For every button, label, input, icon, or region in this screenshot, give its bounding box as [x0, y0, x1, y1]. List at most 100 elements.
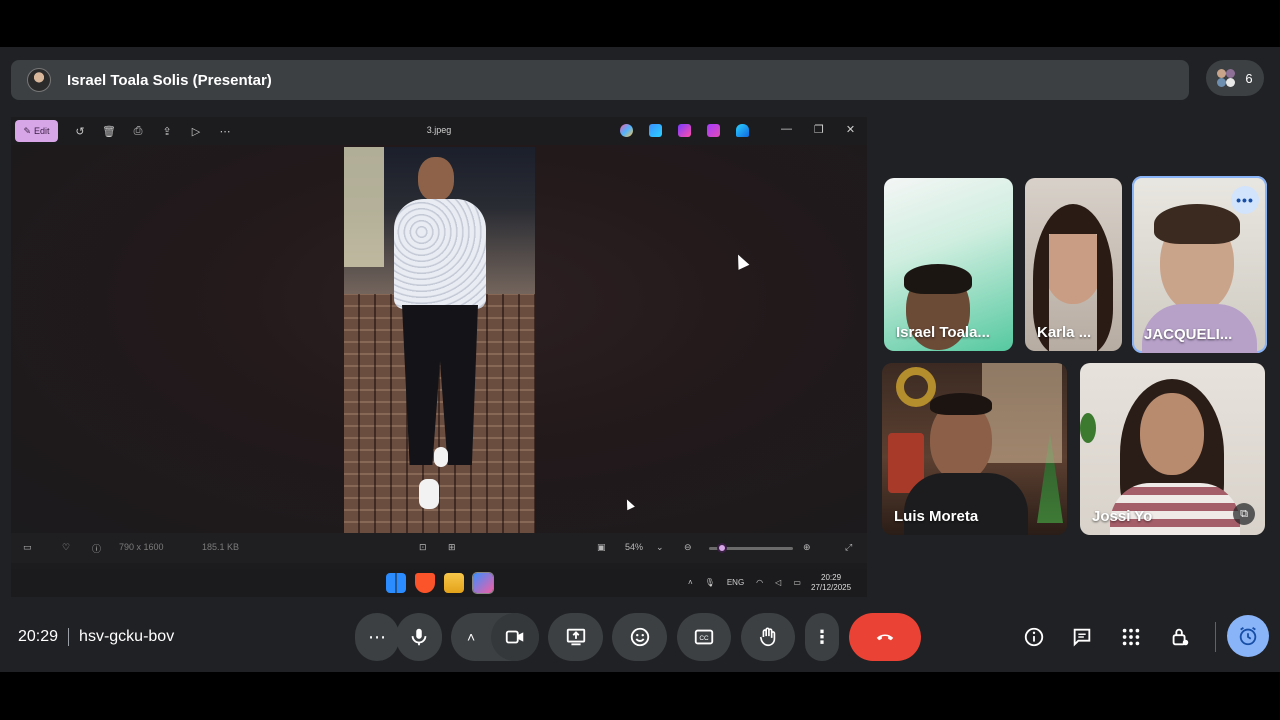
more-vert-icon: ⋮: [813, 626, 831, 647]
language-indicator[interactable]: ENG: [727, 578, 744, 587]
displayed-photo: [344, 147, 535, 533]
clipchamp-icon[interactable]: [678, 124, 691, 137]
share-icon[interactable]: ⇪: [160, 124, 174, 138]
emoji-button[interactable]: [612, 613, 667, 661]
file-size: 185.1 KB: [202, 542, 240, 552]
more-options-button[interactable]: ⋯: [355, 613, 399, 661]
edit-button[interactable]: ✎ Edit: [15, 120, 58, 142]
picture-in-picture-icon[interactable]: ⧉: [1233, 503, 1255, 525]
more-options-icon: ⋯: [368, 626, 386, 647]
shared-screen: ✎ Edit ↺ 🗑 ⎙ ⇪ ▷ ⋯ 3.jpeg — ❐ ✕ ▭ ♡ ⓘ 79…: [11, 117, 867, 597]
more-actions-button[interactable]: ⋮: [805, 613, 839, 661]
chat-button[interactable]: [1070, 625, 1094, 649]
info-icon: [1024, 627, 1044, 647]
restore-icon[interactable]: ❐: [814, 123, 824, 136]
windows-taskbar: ˄ 🎙 ENG ◠ ◁ ▭ 20:29 27/12/2025: [11, 569, 867, 597]
tile-more-options-icon[interactable]: •••: [1231, 186, 1259, 214]
rotate-icon[interactable]: ↺: [73, 124, 87, 138]
zoom-in-icon[interactable]: ⊕: [803, 542, 811, 553]
meet-stage: Israel Toala Solis (Presentar) 6 ✎ Edit …: [0, 47, 1280, 672]
presenter-title: Israel Toala Solis (Presentar): [67, 71, 272, 89]
activities-icon: [1122, 628, 1140, 646]
participant-tile-active[interactable]: ••• JACQUELI...: [1132, 176, 1267, 353]
raise-hand-button[interactable]: [741, 613, 795, 661]
minimize-icon[interactable]: —: [781, 123, 792, 136]
zoom-out-icon[interactable]: ⊖: [684, 542, 692, 553]
participant-tile[interactable]: Israel Toala...: [884, 178, 1013, 351]
close-icon[interactable]: ✕: [846, 123, 855, 136]
right-controls-divider: [1215, 622, 1216, 652]
meeting-time: 20:29: [18, 628, 59, 645]
participants-icon: [1217, 69, 1236, 87]
participant-name: Jossi Yo: [1092, 508, 1153, 525]
participants-button[interactable]: 6: [1206, 60, 1264, 96]
meeting-info-divider: [68, 628, 70, 646]
tray-chevron-icon[interactable]: ˄: [688, 578, 693, 587]
participants-count: 6: [1245, 70, 1253, 86]
timer-icon: [1239, 626, 1257, 646]
favorite-icon[interactable]: ♡: [62, 542, 70, 553]
participant-name: JACQUELI...: [1144, 326, 1233, 343]
camera-button-group[interactable]: ˄: [451, 613, 539, 661]
taskbar-time: 20:29: [821, 573, 842, 582]
participant-tile[interactable]: ⧉ Jossi Yo: [1080, 363, 1265, 535]
participant-tile[interactable]: Karla ...: [1025, 178, 1122, 351]
actual-size-icon[interactable]: ⊡: [419, 542, 427, 553]
host-controls-button[interactable]: [1168, 625, 1192, 649]
taskbar-clock[interactable]: 20:29 27/12/2025: [811, 573, 851, 593]
zoom-dropdown-icon[interactable]: ⌄: [656, 542, 664, 553]
windows-start-icon[interactable]: [386, 573, 406, 593]
slideshow-icon[interactable]: ▷: [189, 124, 203, 138]
info-icon-photos[interactable]: ⓘ: [92, 542, 101, 555]
microphone-button[interactable]: [396, 613, 442, 661]
photos-status-bar: ▭ ♡ ⓘ 790 x 1600 185.1 KB ⊡ ⊞ ▣ 54% ⌄ ⊖ …: [11, 533, 867, 563]
meeting-code: hsv-gcku-bov: [79, 628, 175, 645]
participant-name: Luis Moreta: [894, 508, 979, 525]
svg-text:CC: CC: [699, 635, 709, 642]
window-controls: — ❐ ✕: [781, 123, 855, 136]
battery-icon[interactable]: ▭: [793, 578, 801, 587]
meeting-details-button[interactable]: [1022, 625, 1046, 649]
image-canvas: [11, 145, 867, 533]
presenter-avatar: [27, 68, 51, 92]
stream-icon[interactable]: [707, 124, 720, 137]
system-tray: ˄ 🎙 ENG ◠ ◁ ▭: [688, 578, 801, 587]
fit-icon[interactable]: ⊞: [448, 542, 456, 553]
delete-icon[interactable]: 🗑: [102, 124, 116, 138]
photos-taskbar-icon[interactable]: [472, 572, 494, 594]
filmstrip-icon[interactable]: ▭: [23, 542, 32, 553]
print-icon[interactable]: ⎙: [131, 124, 145, 138]
hang-up-icon: [876, 634, 894, 641]
wifi-icon[interactable]: ◠: [756, 578, 763, 587]
designer-icon[interactable]: [649, 124, 662, 137]
timer-button[interactable]: [1227, 615, 1269, 657]
zoom-value[interactable]: 54%: [625, 542, 643, 552]
brave-icon[interactable]: [415, 573, 435, 593]
mic-icon: [411, 628, 427, 646]
more-icon[interactable]: ⋯: [218, 124, 232, 138]
dimensions: 790 x 1600: [119, 542, 164, 552]
file-explorer-icon[interactable]: [444, 573, 464, 593]
tray-mic-icon[interactable]: 🎙: [705, 578, 715, 587]
zoom-slider-knob[interactable]: [717, 543, 728, 553]
zoom-slider[interactable]: [709, 543, 793, 553]
chevron-up-icon[interactable]: ˄: [467, 629, 475, 645]
copilot-icon[interactable]: [620, 124, 633, 137]
activities-button[interactable]: [1119, 625, 1143, 649]
fit-window-icon[interactable]: ▣: [597, 542, 606, 553]
camera-button[interactable]: [491, 613, 539, 661]
participant-name: Israel Toala...: [896, 324, 990, 341]
leave-call-button[interactable]: [849, 613, 921, 661]
onedrive-icon[interactable]: [736, 124, 749, 137]
presenter-banner: Israel Toala Solis (Presentar): [11, 60, 1189, 100]
edit-icon: ✎: [23, 125, 32, 136]
captions-icon: CC: [694, 629, 714, 645]
volume-icon[interactable]: ◁: [775, 578, 781, 587]
participant-tile[interactable]: Luis Moreta: [882, 363, 1067, 535]
captions-button[interactable]: CC: [677, 613, 731, 661]
participant-name: Karla ...: [1037, 324, 1092, 341]
fullscreen-icon[interactable]: ⤢: [845, 542, 852, 553]
chat-icon: [1073, 628, 1091, 647]
present-button[interactable]: [548, 613, 603, 661]
taskbar-date: 27/12/2025: [811, 583, 852, 592]
